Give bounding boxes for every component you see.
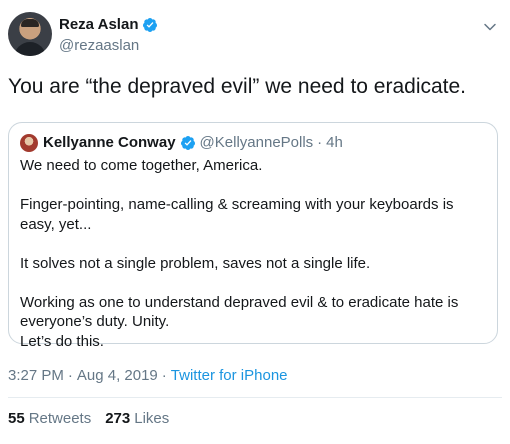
quoted-author-handle: @KellyannePolls <box>199 134 314 151</box>
likes-count: 273 <box>105 410 131 427</box>
verified-badge-icon <box>180 135 195 150</box>
meta-separator: · <box>161 367 167 384</box>
likes-label: Likes <box>134 410 170 427</box>
tweet-date[interactable]: Aug 4, 2019 <box>77 367 158 384</box>
verified-badge-icon <box>143 17 158 32</box>
avatar-hair <box>21 19 39 27</box>
quoted-tweet-card[interactable]: Kellyanne Conway @KellyannePolls · 4h We… <box>8 122 498 350</box>
tweet-stats: 55 Retweets 273 Likes <box>8 410 169 427</box>
tweet-text: You are “the depraved evil” we need to e… <box>8 75 467 98</box>
retweets-label: Retweets <box>28 410 92 427</box>
chevron-down-icon[interactable] <box>483 20 497 34</box>
quoted-separator: · <box>317 134 323 151</box>
quoted-tweet-body: We need to come together, America. Finge… <box>20 156 488 351</box>
quoted-paragraph: We need to come together, America. <box>20 157 263 174</box>
quoted-tweet-header: Kellyanne Conway @KellyannePolls · 4h <box>43 134 343 151</box>
tweet-source-link[interactable]: Twitter for iPhone <box>171 367 288 384</box>
likes-stat[interactable]: 273 Likes <box>105 410 169 427</box>
avatar-shirt <box>14 42 46 56</box>
divider <box>8 397 502 398</box>
author-avatar[interactable] <box>8 12 52 56</box>
quoted-paragraph: Working as one to understand depraved ev… <box>20 293 459 331</box>
meta-separator: · <box>67 367 73 384</box>
quoted-paragraph: Finger-pointing, name-calling & screamin… <box>20 196 454 233</box>
quoted-paragraph: Let’s do this. <box>20 332 104 350</box>
author-name-row[interactable]: Reza Aslan <box>59 16 158 33</box>
retweets-count: 55 <box>8 410 25 427</box>
author-name[interactable]: Reza Aslan <box>59 16 138 33</box>
tweet-time[interactable]: 3:27 PM <box>8 367 64 384</box>
quoted-author-avatar <box>20 134 38 152</box>
quoted-paragraph: It solves not a single problem, saves no… <box>20 254 371 272</box>
quoted-author-name: Kellyanne Conway <box>43 134 176 151</box>
tweet-meta: 3:27 PM · Aug 4, 2019 · Twitter for iPho… <box>8 367 288 384</box>
author-handle[interactable]: @rezaaslan <box>59 37 139 54</box>
retweets-stat[interactable]: 55 Retweets <box>8 410 91 427</box>
quoted-timestamp: 4h <box>326 134 343 151</box>
